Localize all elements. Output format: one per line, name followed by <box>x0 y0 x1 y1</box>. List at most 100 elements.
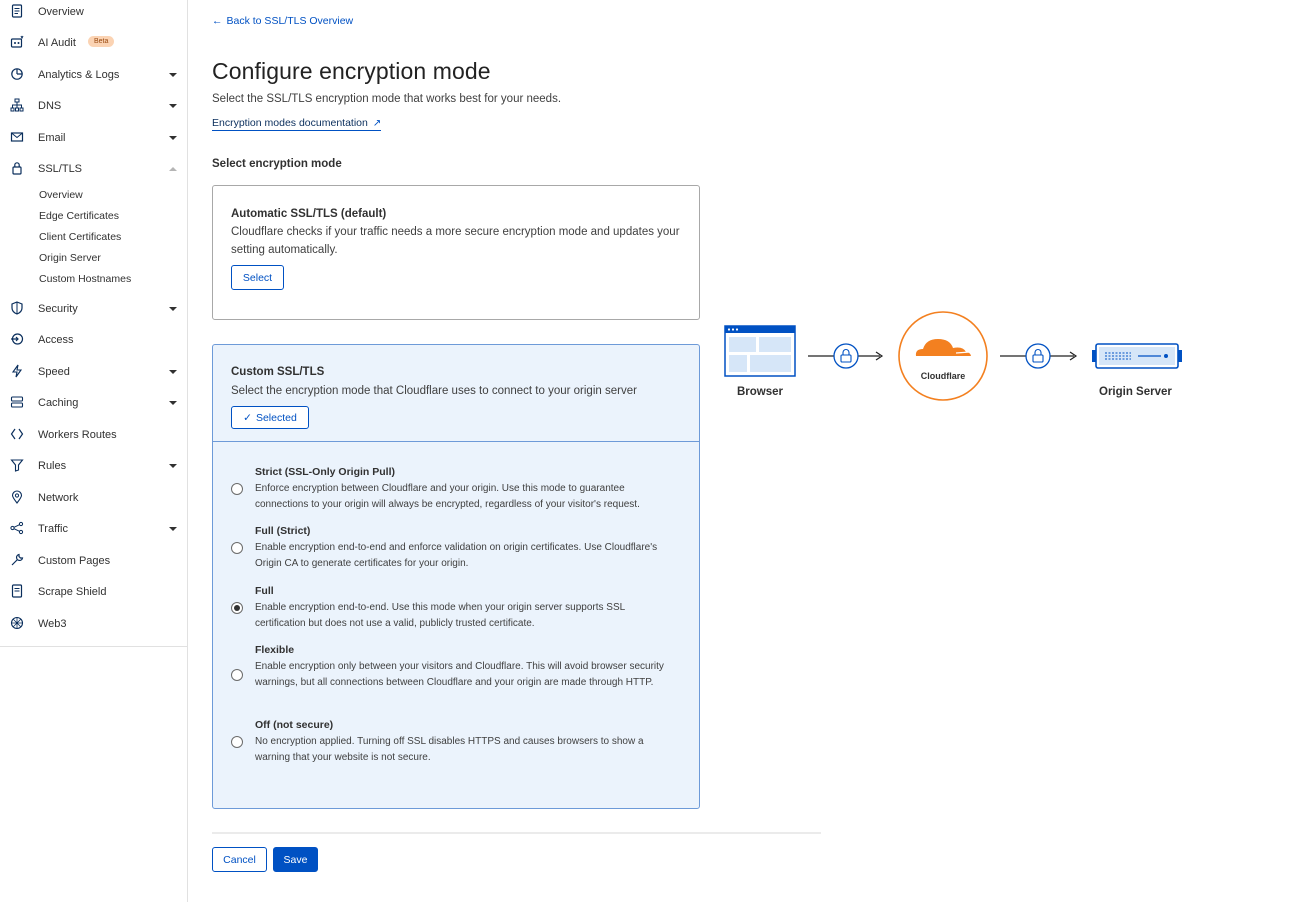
sidebar-item-overview[interactable]: Overview <box>0 1 187 23</box>
funnel-icon <box>10 458 24 472</box>
automatic-ssl-title: Automatic SSL/TLS (default) <box>231 208 387 220</box>
sidebar-item-label: Traffic <box>38 523 68 535</box>
sidebar-item-label: Overview <box>38 6 84 18</box>
arrow-lock-icon <box>808 343 884 369</box>
sidebar-item-label: Email <box>38 132 66 144</box>
sidebar-subitem-overview[interactable]: Overview <box>39 189 83 201</box>
beta-badge: Beta <box>88 36 115 47</box>
sidebar-item-label: Custom Pages <box>38 555 111 567</box>
sidebar-item-label: Rules <box>38 460 67 472</box>
page-subtitle: Select the SSL/TLS encryption mode that … <box>212 93 562 105</box>
sidebar-item-web3[interactable]: Web3 <box>0 613 187 635</box>
option-description: Enforce encryption between Cloudflare an… <box>255 483 640 510</box>
sidebar-item-dns[interactable]: DNS <box>0 95 187 117</box>
sidebar-item-traffic[interactable]: Traffic <box>0 518 187 540</box>
save-button[interactable]: Save <box>273 847 318 872</box>
sidebar-subitem-client-certificates[interactable]: Client Certificates <box>39 231 121 243</box>
sidebar-item-label: Scrape Shield <box>38 586 107 598</box>
envelope-icon <box>10 130 24 144</box>
sidebar-item-workers-routes[interactable]: Workers Routes <box>0 424 187 446</box>
chevron-down-icon <box>169 73 177 77</box>
page-title: Configure encryption mode <box>212 58 491 84</box>
database-icon <box>10 395 24 409</box>
chevron-down-icon <box>169 401 177 405</box>
option-description: No encryption applied. Turning off SSL d… <box>255 736 644 763</box>
section-title: Select encryption mode <box>212 158 342 170</box>
document-icon <box>10 4 24 18</box>
sidebar-item-scrape-shield[interactable]: Scrape Shield <box>0 581 187 603</box>
workers-icon <box>10 427 24 441</box>
sidebar-item-label: Caching <box>38 397 79 409</box>
option-title: Full (Strict) <box>255 525 311 537</box>
option-description: Enable encryption end-to-end and enforce… <box>255 542 658 569</box>
sidebar-item-ai-audit[interactable]: AI Audit Beta <box>0 32 187 54</box>
robot-icon <box>10 35 24 49</box>
sidebar-item-label: Speed <box>38 366 70 378</box>
external-link-icon: ↗ <box>372 117 382 129</box>
back-link-label: Back to SSL/TLS Overview <box>226 15 354 27</box>
sidebar-item-ssl-tls[interactable]: SSL/TLS <box>0 158 187 180</box>
sidebar-item-label: Network <box>38 492 79 504</box>
option-title: Full <box>255 585 274 597</box>
browser-label: Browser <box>737 386 784 398</box>
sidebar-item-access[interactable]: Access <box>0 329 187 351</box>
sidebar-item-label: AI Audit <box>38 37 76 49</box>
sidebar: Overview AI Audit Beta Analytics & Logs … <box>0 0 188 902</box>
sidebar-item-email[interactable]: Email <box>0 127 187 149</box>
lightning-icon <box>10 364 24 378</box>
option-description: Enable encryption end-to-end. Use this m… <box>255 602 625 629</box>
check-icon: ✓ <box>243 411 252 424</box>
sidebar-item-rules[interactable]: Rules <box>0 455 187 477</box>
sidebar-item-label: DNS <box>38 100 62 112</box>
sidebar-item-label: Workers Routes <box>38 429 117 441</box>
sidebar-item-speed[interactable]: Speed <box>0 361 187 383</box>
chevron-down-icon <box>169 136 177 140</box>
option-title: Strict (SSL-Only Origin Pull) <box>255 466 396 478</box>
chevron-up-icon <box>169 167 177 171</box>
chart-pie-icon <box>10 67 24 81</box>
back-link[interactable]: ← Back to SSL/TLS Overview <box>212 15 353 27</box>
sidebar-item-label: SSL/TLS <box>38 163 83 175</box>
sidebar-subitem-origin-server[interactable]: Origin Server <box>39 252 101 264</box>
option-description: Enable encryption only between your visi… <box>255 661 664 688</box>
select-button[interactable]: Select <box>231 265 284 290</box>
option-title: Off (not secure) <box>255 719 334 731</box>
chevron-down-icon <box>169 307 177 311</box>
radio-full-strict[interactable] <box>231 542 243 554</box>
radio-off[interactable] <box>231 736 243 748</box>
cloudflare-label: Cloudflare <box>921 371 966 381</box>
selected-button[interactable]: ✓ Selected <box>231 406 309 429</box>
network-tree-icon <box>10 98 24 112</box>
selected-button-label: Selected <box>255 411 297 424</box>
access-icon <box>10 332 24 346</box>
option-title: Flexible <box>255 644 295 656</box>
chevron-down-icon <box>169 527 177 531</box>
arrow-lock-icon <box>1000 343 1078 369</box>
sidebar-item-analytics-logs[interactable]: Analytics & Logs <box>0 64 187 86</box>
web3-icon <box>10 616 24 630</box>
cancel-button[interactable]: Cancel <box>212 847 267 872</box>
location-pin-icon <box>10 490 24 504</box>
sidebar-divider <box>0 646 187 647</box>
sidebar-subitem-custom-hostnames[interactable]: Custom Hostnames <box>39 273 131 285</box>
chevron-down-icon <box>169 370 177 374</box>
cloudflare-logo-icon <box>898 311 988 401</box>
sidebar-item-caching[interactable]: Caching <box>0 392 187 414</box>
shield-icon <box>10 301 24 315</box>
chevron-down-icon <box>169 464 177 468</box>
radio-strict[interactable] <box>231 483 243 495</box>
sidebar-item-label: Web3 <box>38 618 67 630</box>
automatic-ssl-card: Automatic SSL/TLS (default) Cloudflare c… <box>212 185 700 320</box>
sidebar-item-custom-pages[interactable]: Custom Pages <box>0 550 187 572</box>
sidebar-item-network[interactable]: Network <box>0 487 187 509</box>
share-nodes-icon <box>10 521 24 535</box>
sidebar-subitem-edge-certificates[interactable]: Edge Certificates <box>39 210 119 222</box>
radio-flexible[interactable] <box>231 669 243 681</box>
sidebar-item-security[interactable]: Security <box>0 298 187 320</box>
documentation-link[interactable]: Encryption modes documentation ↗ <box>212 117 382 131</box>
arrow-left-icon: ← <box>212 15 223 27</box>
footer-divider <box>212 832 821 834</box>
wrench-icon <box>10 553 24 567</box>
origin-server-label: Origin Server <box>1099 386 1172 398</box>
radio-full[interactable] <box>231 602 243 614</box>
